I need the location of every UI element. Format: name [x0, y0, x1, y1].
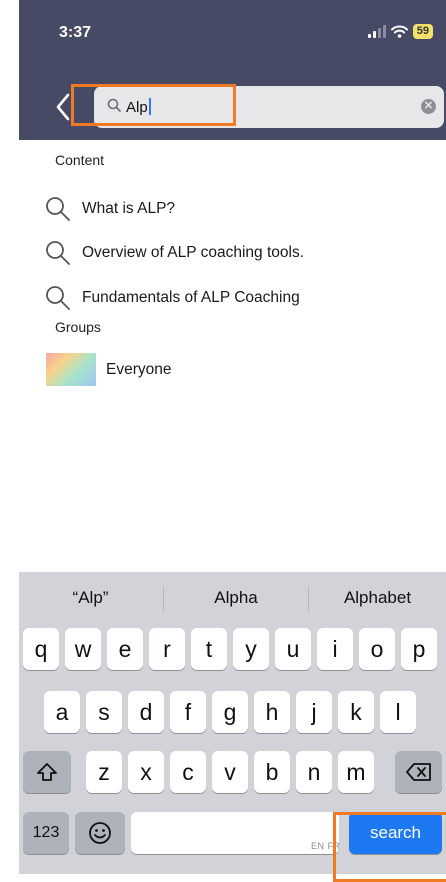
result-item[interactable]: Overview of ALP coaching tools. — [45, 240, 304, 266]
key[interactable]: c — [170, 751, 206, 793]
search-icon — [46, 197, 70, 221]
back-chevron-icon[interactable] — [55, 92, 71, 122]
key[interactable]: u — [275, 628, 311, 670]
numbers-key[interactable]: 123 — [23, 812, 69, 854]
shift-icon — [37, 763, 57, 781]
key[interactable]: r — [149, 628, 185, 670]
key[interactable]: o — [359, 628, 395, 670]
delete-icon — [405, 763, 431, 781]
key[interactable]: d — [128, 691, 164, 733]
result-item[interactable]: What is ALP? — [45, 196, 175, 222]
status-icons: 59 — [367, 24, 433, 39]
shift-key[interactable] — [23, 751, 71, 793]
key[interactable]: i — [317, 628, 353, 670]
key[interactable]: h — [254, 691, 290, 733]
wifi-icon — [390, 25, 408, 38]
result-label: Overview of ALP coaching tools. — [82, 244, 305, 261]
key[interactable]: k — [338, 691, 374, 733]
clear-search-icon[interactable]: ✕ — [421, 99, 436, 114]
group-label: Everyone — [106, 360, 172, 378]
key[interactable]: b — [254, 751, 290, 793]
key[interactable]: v — [212, 751, 248, 793]
result-label: What is ALP? — [82, 200, 176, 217]
group-item-everyone[interactable]: Everyone — [46, 353, 171, 386]
key[interactable]: y — [233, 628, 269, 670]
key[interactable]: g — [212, 691, 248, 733]
search-icon — [46, 286, 70, 310]
suggestion-3[interactable]: Alphabet — [309, 572, 446, 624]
key[interactable]: a — [44, 691, 80, 733]
suggestion-1[interactable]: “Alp” — [19, 572, 162, 624]
status-time: 3:37 — [59, 24, 92, 41]
key[interactable]: m — [338, 751, 374, 793]
key[interactable]: s — [86, 691, 122, 733]
suggestion-2[interactable]: Alpha — [164, 572, 308, 624]
key[interactable]: f — [170, 691, 206, 733]
result-item[interactable]: Fundamentals of ALP Coaching — [45, 285, 300, 311]
search-field-highlight — [71, 84, 236, 126]
key[interactable]: w — [65, 628, 101, 670]
section-content-label: Content — [55, 152, 105, 168]
search-key-highlight — [333, 812, 446, 882]
key[interactable]: e — [107, 628, 143, 670]
battery-indicator: 59 — [412, 24, 433, 39]
key[interactable]: p — [401, 628, 437, 670]
signal-icon — [367, 25, 386, 38]
key[interactable]: q — [23, 628, 59, 670]
emoji-key[interactable] — [75, 812, 125, 854]
key[interactable]: z — [86, 751, 122, 793]
search-icon — [46, 241, 70, 265]
group-avatar — [46, 353, 96, 386]
key[interactable]: t — [191, 628, 227, 670]
key[interactable]: j — [296, 691, 332, 733]
emoji-icon — [89, 822, 111, 844]
key[interactable]: l — [380, 691, 416, 733]
result-label: Fundamentals of ALP Coaching — [82, 289, 300, 306]
backspace-key[interactable] — [395, 751, 442, 793]
section-groups-label: Groups — [55, 319, 101, 335]
key[interactable]: n — [296, 751, 332, 793]
key[interactable]: x — [128, 751, 164, 793]
app-screen: 3:37 59 Alp ✕ Content What is ALP? Overv… — [19, 0, 446, 874]
space-key[interactable] — [131, 812, 339, 854]
